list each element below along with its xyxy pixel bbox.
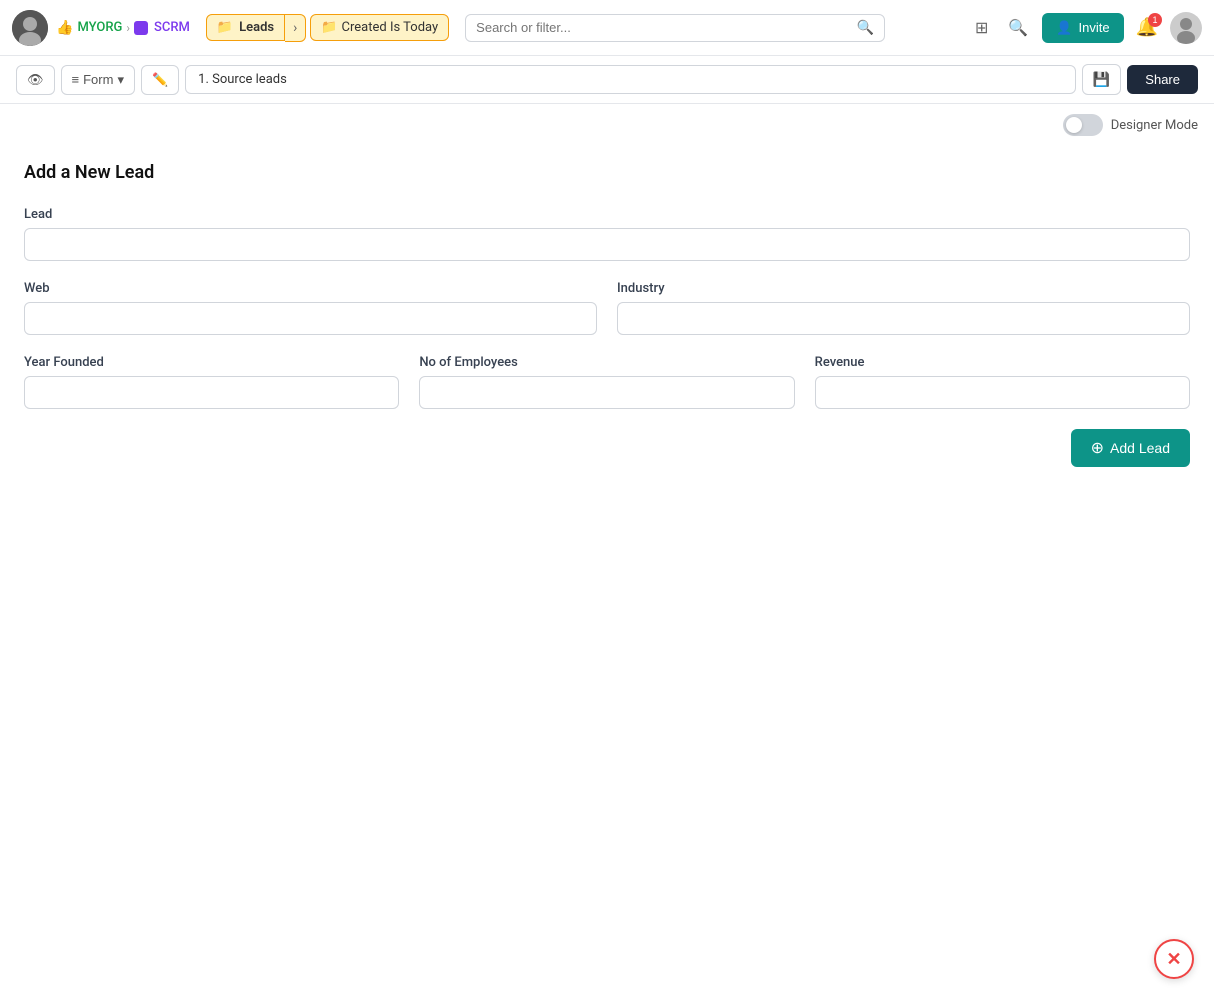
add-lead-plus-icon: ⊕ [1091,438,1104,458]
leads-pill[interactable]: 📁 Leads [206,14,285,41]
revenue-label: Revenue [815,355,1190,370]
add-lead-button[interactable]: ⊕ Add Lead [1071,429,1190,467]
scrm-name[interactable]: SCRM [154,20,190,35]
pipeline-step-label: 1. Source leads [185,65,1076,94]
breadcrumb-pills: 📁 Leads › 📁 Created Is Today [206,14,449,42]
scrm-dot-icon [134,21,148,35]
submit-row: ⊕ Add Lead [24,429,1190,467]
year-founded-label: Year Founded [24,355,399,370]
search-icon: 🔍 [857,20,874,36]
view-toggle-button[interactable]: 👁 [16,65,55,95]
revenue-field-group: Revenue [815,355,1190,409]
toolbar: 👁 ≡ Form ▾ ✏️ 1. Source leads 💾 Share [0,56,1214,104]
main-content: Add a New Lead Lead Web Industry Year Fo… [0,146,1214,483]
search-bar: 🔍 [465,14,885,42]
leads-label: Leads [239,20,274,35]
employees-input[interactable] [419,376,794,409]
filter-folder-icon: 📁 [321,20,337,35]
user-avatar-nav[interactable] [12,10,48,46]
year-founded-input[interactable] [24,376,399,409]
form-label: Form [83,72,113,87]
invite-button[interactable]: 👤 Invite [1042,13,1123,43]
org-name[interactable]: MYORG [77,20,122,35]
user-avatar-right[interactable] [1170,12,1202,44]
nav-right: ⊞ 🔍 👤 Invite 🔔 1 [969,12,1202,44]
web-field-group: Web [24,281,597,335]
lead-field-group: Lead [24,207,1190,261]
search-input[interactable] [476,20,857,35]
industry-field-group: Industry [617,281,1190,335]
save-icon: 💾 [1093,71,1110,87]
industry-input[interactable] [617,302,1190,335]
details-row: Year Founded No of Employees Revenue [24,355,1190,409]
share-button[interactable]: Share [1127,65,1198,94]
industry-label: Industry [617,281,1190,296]
share-label: Share [1145,72,1180,87]
org-breadcrumb: 👍 MYORG › SCRM [56,20,190,36]
filter-label: Created Is Today [342,20,439,35]
navbar: 👍 MYORG › SCRM 📁 Leads › 📁 Created Is To… [0,0,1214,56]
edit-button[interactable]: ✏️ [141,65,179,95]
revenue-input[interactable] [815,376,1190,409]
employees-label: No of Employees [419,355,794,370]
notification-button[interactable]: 🔔 1 [1132,13,1162,42]
leads-folder-icon: 📁 [217,20,233,35]
lead-label: Lead [24,207,1190,222]
designer-mode-toggle[interactable] [1063,114,1103,136]
designer-mode-row: Designer Mode [0,104,1214,146]
save-button[interactable]: 💾 [1082,64,1121,95]
toggle-knob [1066,117,1082,133]
list-icon: ≡ [72,72,80,87]
thumb-icon: 👍 [56,20,73,36]
help-x-icon: ✕ [1166,949,1181,970]
pipeline-step-text: 1. Source leads [198,72,287,87]
designer-mode-label: Designer Mode [1111,118,1198,133]
breadcrumb-chevron: › [126,21,130,35]
add-lead-label: Add Lead [1110,440,1170,456]
web-industry-row: Web Industry [24,281,1190,335]
invite-icon: 👤 [1056,20,1072,36]
dropdown-arrow-icon: ▾ [117,72,124,88]
pencil-icon: ✏️ [152,72,168,88]
web-label: Web [24,281,597,296]
leads-pill-chevron[interactable]: › [285,14,306,42]
help-button[interactable]: ✕ [1154,939,1194,979]
eye-icon: 👁 [27,72,44,88]
invite-label: Invite [1079,20,1110,35]
lead-input[interactable] [24,228,1190,261]
search-button[interactable]: 🔍 [1002,12,1034,44]
year-founded-field-group: Year Founded [24,355,399,409]
form-dropdown-button[interactable]: ≡ Form ▾ [61,65,135,95]
filter-pill[interactable]: 📁 Created Is Today [310,14,449,41]
notification-badge: 1 [1148,13,1162,27]
grid-view-button[interactable]: ⊞ [969,12,994,44]
web-input[interactable] [24,302,597,335]
chevron-right-icon: › [293,20,297,36]
employees-field-group: No of Employees [419,355,794,409]
form-title: Add a New Lead [24,162,1190,183]
